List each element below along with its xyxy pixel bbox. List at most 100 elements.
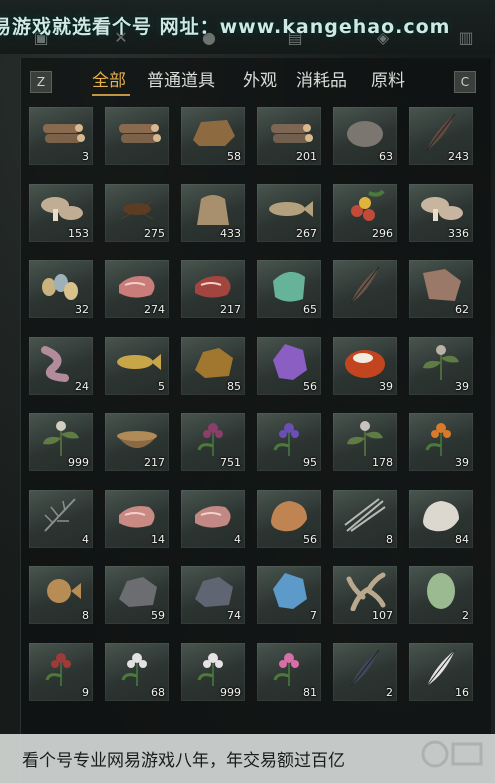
intestine-icon: [35, 340, 87, 382]
flower-icon: [263, 416, 315, 458]
inventory-slot[interactable]: 217: [181, 260, 245, 318]
inventory-slot[interactable]: 8: [29, 566, 93, 624]
item-grid: 3 58 201 63 243 153 275 433 267 296 336 32 274 217 65 6…: [29, 107, 489, 707]
item-count: 95: [303, 456, 317, 469]
inventory-slot[interactable]: 107: [333, 566, 397, 624]
item-count: 2: [462, 609, 469, 622]
inventory-slot[interactable]: 14: [105, 489, 169, 548]
item-count: 9: [82, 685, 89, 699]
item-count: 999: [68, 456, 89, 469]
herb-icon: [35, 416, 87, 458]
item-count: 217: [144, 456, 165, 469]
item-count: 3: [82, 150, 89, 163]
inventory-slot[interactable]: 85: [181, 336, 245, 395]
item-count: 296: [372, 226, 393, 240]
inventory-slot[interactable]: 39: [409, 336, 473, 395]
top-bar: ▣ ✕ ● ▤ ◈ ▥ 易游戏就选看个号 网址：www.kangehao.com: [0, 0, 495, 54]
inventory-slot[interactable]: 84: [409, 489, 473, 548]
inventory-slot[interactable]: 56: [257, 489, 321, 548]
item-count: 999: [220, 685, 241, 699]
flower-icon: [415, 416, 467, 458]
inventory-slot[interactable]: 58: [181, 107, 245, 165]
hide-icon: [415, 263, 467, 305]
tab-appearance[interactable]: 外观: [243, 70, 277, 94]
inventory-slot[interactable]: 68: [105, 642, 169, 701]
inventory-slot[interactable]: 2: [409, 566, 473, 624]
inventory-slot[interactable]: 2: [333, 642, 397, 701]
inventory-slot[interactable]: 999: [29, 413, 93, 471]
item-count: 32: [75, 303, 89, 316]
inventory-slot[interactable]: 5: [105, 336, 169, 395]
inventory-slot[interactable]: 4: [29, 489, 93, 548]
inventory-slot[interactable]: 74: [181, 566, 245, 624]
inventory-slot[interactable]: 201: [257, 107, 321, 165]
inventory-slot[interactable]: 4: [181, 489, 245, 548]
inventory-slot[interactable]: 9: [29, 642, 93, 701]
inventory-slot[interactable]: 217: [105, 413, 169, 471]
inventory-slot[interactable]: 65: [257, 260, 321, 318]
inventory-slot[interactable]: [105, 107, 169, 165]
inventory-slot[interactable]: 178: [333, 413, 397, 471]
ore-icon: [187, 569, 239, 611]
inventory-slot[interactable]: 751: [181, 413, 245, 471]
feather-icon: [415, 646, 467, 688]
item-count: 4: [234, 532, 241, 546]
prev-tab-key-hint[interactable]: Z: [30, 71, 52, 93]
next-tab-key-hint[interactable]: C: [454, 71, 476, 93]
ore-icon: [187, 340, 239, 382]
item-count: 84: [455, 532, 469, 546]
item-count: 2: [386, 685, 393, 699]
meat-icon: [111, 493, 163, 535]
tab-materials[interactable]: 原料: [371, 70, 405, 94]
item-count: 7: [310, 609, 317, 622]
inventory-slot[interactable]: 63: [333, 107, 397, 165]
meat-icon: [187, 493, 239, 535]
inventory-slot[interactable]: 56: [257, 336, 321, 395]
inventory-slot[interactable]: 81: [257, 642, 321, 701]
inventory-slot[interactable]: 24: [29, 336, 93, 395]
item-count: 68: [151, 685, 165, 699]
grain-sack-icon: [187, 187, 239, 229]
inventory-slot[interactable]: 3: [29, 107, 93, 165]
inventory-slot[interactable]: 267: [257, 183, 321, 242]
inventory-slot[interactable]: 39: [409, 413, 473, 471]
flower-icon: [111, 646, 163, 688]
inventory-slot[interactable]: [333, 260, 397, 318]
tab-consumables[interactable]: 消耗品: [296, 70, 347, 94]
item-count: 107: [372, 609, 393, 622]
inventory-slot[interactable]: 16: [409, 642, 473, 701]
item-count: 433: [220, 226, 241, 240]
fish-icon: [111, 340, 163, 382]
inventory-slot[interactable]: 8: [333, 489, 397, 548]
logs-icon: [111, 110, 163, 152]
inventory-slot[interactable]: 95: [257, 413, 321, 471]
inventory-slot[interactable]: 32: [29, 260, 93, 318]
item-count: 85: [227, 379, 241, 393]
inventory-slot[interactable]: 153: [29, 183, 93, 242]
inventory-slot[interactable]: 999: [181, 642, 245, 701]
fur-icon: [263, 493, 315, 535]
item-count: 8: [82, 609, 89, 622]
tab-common-items[interactable]: 普通道具: [147, 70, 215, 94]
inventory-slot[interactable]: 62: [409, 260, 473, 318]
fish-icon: [263, 187, 315, 229]
tab-all[interactable]: 全部: [92, 70, 126, 94]
inventory-slot[interactable]: 39: [333, 336, 397, 395]
inventory-slot[interactable]: 275: [105, 183, 169, 242]
item-count: 24: [75, 379, 89, 393]
inventory-slot[interactable]: 433: [181, 183, 245, 242]
inventory-slot[interactable]: 7: [257, 566, 321, 624]
inventory-slot[interactable]: 296: [333, 183, 397, 242]
feather-icon: [339, 646, 391, 688]
inventory-slot[interactable]: 59: [105, 566, 169, 624]
item-count: 56: [303, 379, 317, 393]
flower-icon: [263, 646, 315, 688]
logs-icon: [35, 110, 87, 152]
item-count: 16: [455, 685, 469, 699]
root-icon: [339, 569, 391, 612]
inventory-slot[interactable]: 243: [409, 107, 473, 165]
inventory-slot[interactable]: 274: [105, 260, 169, 318]
item-count: 5: [158, 379, 165, 393]
inventory-slot[interactable]: 336: [409, 183, 473, 242]
item-count: 751: [220, 456, 241, 469]
